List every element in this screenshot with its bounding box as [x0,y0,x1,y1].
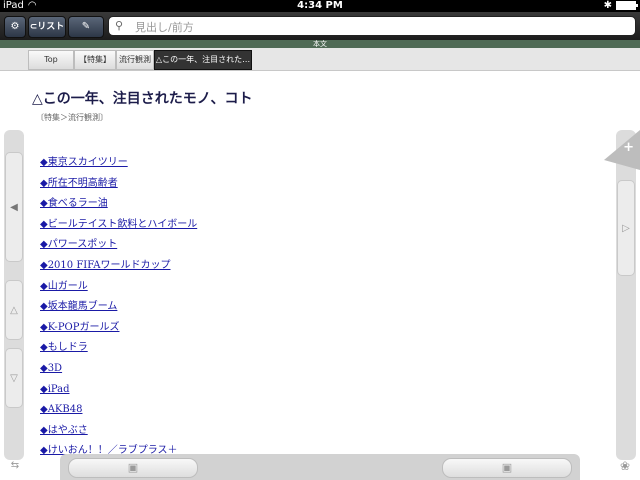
left-side-panel: ◀ △ ▽ [4,130,24,460]
list-item: ◆K-POPガールズ [40,315,197,336]
book-forward-icon: ▣ [501,461,513,474]
pen-button[interactable]: ✎ [68,16,104,38]
status-bar: iPad ◠ 4:34 PM ✱ [0,0,640,12]
page-title: △この一年、注目されたモノ、コト [32,91,253,107]
list-item-link[interactable]: ◆はやぶさ [40,425,88,436]
list-item-link[interactable]: ◆坂本龍馬ブーム [40,301,117,312]
breadcrumb-current: △この一年、注目された… [154,50,252,70]
list-item: ◆坂本龍馬ブーム [40,294,197,315]
list-item-link[interactable]: ◆ビールテイスト飲料とハイボール [40,219,197,230]
category-label: 〔特集＞流行観測〕 [36,113,108,122]
list-item: ◆3D [40,356,197,377]
list-item: ◆食べるラー油 [40,191,197,212]
article-list: ◆東京スカイツリー ◆所在不明高齢者 ◆食べるラー油 ◆ビールテイスト飲料とハイ… [40,150,197,459]
next-page-button[interactable]: ▷ [617,180,635,276]
list-item: ◆山ガール [40,274,197,295]
chevron-left-icon: ◀ [10,202,18,213]
prev-page-button[interactable]: ◀ [5,152,23,262]
list-item-link[interactable]: ◆食べるラー油 [40,198,108,209]
list-item-link[interactable]: ◆K-POPガールズ [40,322,119,333]
breadcrumb-feature[interactable]: 【特集】 [74,50,116,70]
list-item: ◆AKB48 [40,397,197,418]
list-item-link[interactable]: ◆山ガール [40,281,88,292]
list-item-link[interactable]: ◆AKB48 [40,404,82,415]
list-item-link[interactable]: ◆iPad [40,384,70,395]
section-band: 本文 [0,40,640,48]
search-input[interactable] [133,18,627,36]
breadcrumb-top[interactable]: Top [28,50,74,70]
list-item: ◆iPad [40,377,197,398]
status-time: 4:34 PM [297,0,343,11]
breadcrumb-trend[interactable]: 流行観測 [116,50,154,70]
list-item: ◆はやぶさ [40,418,197,439]
scroll-down-button[interactable]: ▽ [5,348,23,408]
prev-book-button[interactable]: ▣ [68,458,198,478]
list-item-link[interactable]: ◆所在不明高齢者 [40,178,118,189]
breadcrumb: Top 【特集】 流行観測 △この一年、注目された… [0,48,640,71]
bluetooth-icon: ✱ [603,0,612,11]
bottom-bar: ▣ ▣ [60,454,580,480]
rotate-icon[interactable]: ❀ [614,456,636,476]
search-box[interactable]: ⚲ [108,16,636,36]
settings-button[interactable]: ⚙ [4,16,26,38]
list-item-link[interactable]: ◆東京スカイツリー [40,157,128,168]
list-item-link[interactable]: ◆3D [40,363,62,374]
pen-icon: ✎ [81,21,91,32]
list-item: ◆ビールテイスト飲料とハイボール [40,212,197,233]
scroll-up-button[interactable]: △ [5,280,23,340]
next-book-button[interactable]: ▣ [442,458,572,478]
list-item-link[interactable]: ◆パワースポット [40,239,117,250]
add-tab-button[interactable]: + [600,130,640,170]
chevron-right-icon: ▷ [622,223,630,234]
list-item: ◆もしドラ [40,335,197,356]
chevron-up-icon: △ [10,305,18,316]
right-side-panel: ▷ [616,130,636,460]
chevron-down-icon: ▽ [10,373,18,384]
list-item-link[interactable]: ◆2010 FIFAワールドカップ [40,260,171,271]
gear-icon: ⚙ [10,21,20,32]
list-button[interactable]: ⊂リスト [28,16,66,38]
list-item-link[interactable]: ◆もしドラ [40,342,88,353]
list-item: ◆2010 FIFAワールドカップ [40,253,197,274]
toolbar: ⚙ ⊂リスト ✎ ⚲ [0,12,640,41]
search-icon: ⚲ [115,19,124,32]
list-item: ◆パワースポット [40,232,197,253]
add-tab-shape [604,130,640,170]
plus-icon: + [623,140,634,155]
book-back-icon: ▣ [127,461,139,474]
status-right: ✱ [603,0,638,12]
list-item: ◆所在不明高齢者 [40,171,197,192]
side-menu-icon[interactable]: ⇆ [4,456,26,476]
list-item: ◆東京スカイツリー [40,150,197,171]
battery-icon [616,0,638,10]
